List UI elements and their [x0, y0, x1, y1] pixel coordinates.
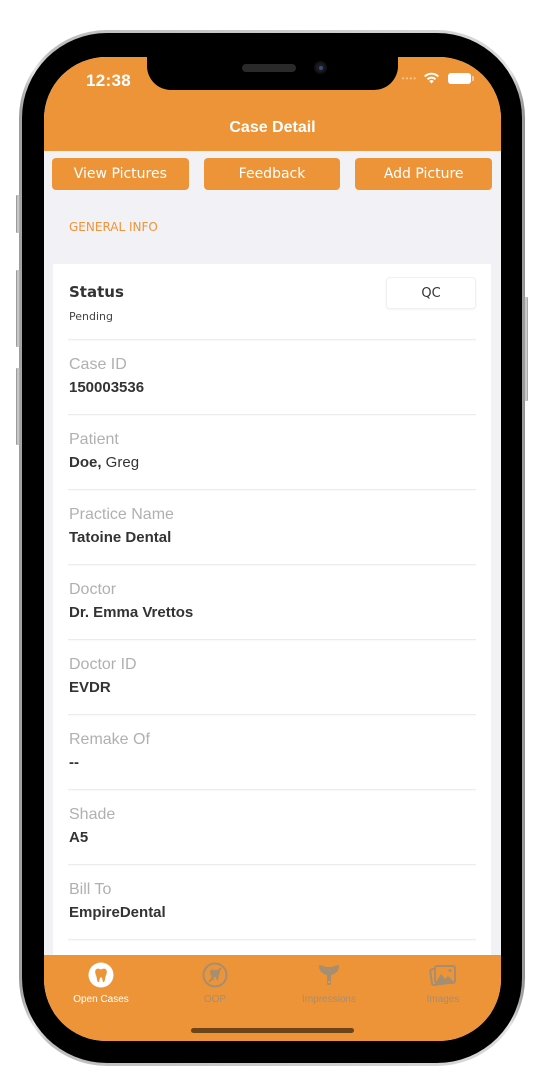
- tab-label: Open Cases: [73, 994, 129, 1005]
- field-row-doctor: Doctor Dr. Emma Vrettos: [53, 565, 491, 640]
- tab-label: Images: [426, 994, 460, 1005]
- app-screen: 12:38 •••• Case Detail View Pictures Fee…: [44, 57, 501, 1041]
- front-camera: [314, 61, 327, 74]
- patient-first-name: Greg: [101, 454, 140, 471]
- silent-switch: [16, 195, 20, 233]
- tab-bar: Open Cases OOP Impressions Images: [44, 955, 501, 1041]
- tab-label: Impressions: [302, 994, 356, 1005]
- device-notch: [147, 57, 398, 90]
- tab-label: OOP: [203, 994, 227, 1005]
- tab-open-cases[interactable]: Open Cases: [44, 961, 158, 1005]
- status-row: Status Pending QC: [53, 264, 491, 340]
- add-picture-button[interactable]: Add Picture: [355, 158, 493, 190]
- field-row-remake-of: Remake Of --: [53, 715, 491, 790]
- action-buttons: View Pictures Feedback Add Picture: [52, 158, 493, 190]
- qc-button[interactable]: QC: [386, 277, 476, 309]
- navigation-header: 12:38 •••• Case Detail: [44, 57, 501, 151]
- battery-icon: [448, 72, 474, 84]
- feedback-button[interactable]: Feedback: [203, 158, 341, 190]
- field-value: A5: [69, 829, 89, 846]
- volume-up-button: [16, 270, 20, 347]
- signal-icon: ••••: [401, 73, 417, 83]
- home-indicator[interactable]: [191, 1028, 354, 1033]
- field-label: Patient: [69, 431, 119, 448]
- impression-tray-icon: [315, 961, 343, 989]
- tab-images[interactable]: Images: [386, 961, 500, 1005]
- speaker-grille: [242, 64, 296, 72]
- general-info-card: Status Pending QC Case ID 150003536 Pati…: [53, 264, 491, 1015]
- field-value: 150003536: [69, 379, 145, 396]
- field-row-patient: Patient Doe, Greg: [53, 415, 491, 490]
- section-title-general-info: GENERAL INFO: [69, 220, 158, 234]
- tab-oop[interactable]: OOP: [158, 961, 272, 1005]
- field-value: Tatoine Dental: [69, 529, 172, 546]
- status-time: 12:38: [86, 71, 131, 90]
- field-value: --: [69, 754, 79, 771]
- field-value: Dr. Emma Vrettos: [69, 604, 194, 621]
- field-label: Doctor: [69, 581, 117, 598]
- field-label: Case ID: [69, 356, 127, 373]
- field-row-practice-name: Practice Name Tatoine Dental: [53, 490, 491, 565]
- power-button: [524, 297, 528, 401]
- tooth-icon: [87, 961, 115, 989]
- field-row-shade: Shade A5: [53, 790, 491, 865]
- field-label: Remake Of: [69, 731, 150, 748]
- wifi-icon: [423, 72, 440, 84]
- patient-last-name: Doe,: [69, 454, 102, 471]
- page-title: Case Detail: [229, 119, 316, 136]
- field-row-bill-to: Bill To EmpireDental: [53, 865, 491, 940]
- field-label: Practice Name: [69, 506, 174, 523]
- field-value: EmpireDental: [69, 904, 166, 921]
- view-pictures-button[interactable]: View Pictures: [52, 158, 189, 190]
- field-value: EVDR: [69, 679, 111, 696]
- field-row-doctor-id: Doctor ID EVDR: [53, 640, 491, 715]
- field-row-case-id: Case ID 150003536: [53, 340, 491, 415]
- field-label: Bill To: [69, 881, 112, 898]
- status-value: Pending: [69, 310, 113, 323]
- images-icon: [429, 961, 457, 989]
- volume-down-button: [16, 368, 20, 445]
- field-label: Shade: [69, 806, 116, 823]
- field-label: Doctor ID: [69, 656, 137, 673]
- no-tooth-icon: [201, 961, 229, 989]
- tab-impressions[interactable]: Impressions: [272, 961, 386, 1005]
- field-value: Doe, Greg: [69, 454, 475, 471]
- status-indicators: ••••: [401, 72, 474, 84]
